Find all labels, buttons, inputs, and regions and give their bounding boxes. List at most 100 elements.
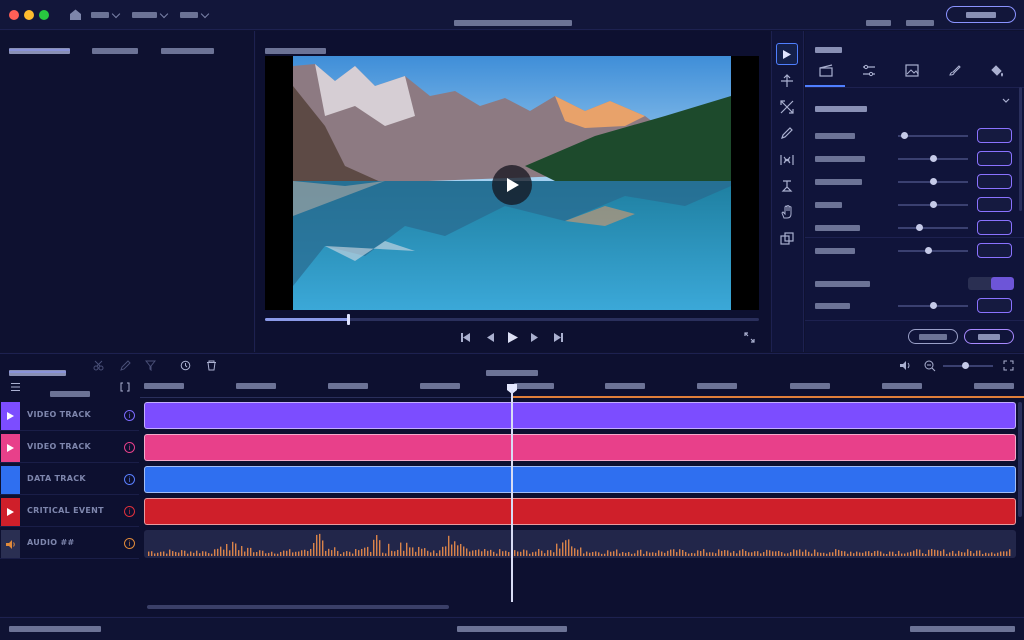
pen-icon[interactable] (120, 360, 131, 371)
step-forward-icon[interactable] (530, 332, 540, 343)
timeline-horizontal-scrollbar[interactable] (147, 605, 449, 609)
chevron-down-icon[interactable] (1002, 98, 1010, 104)
home-icon[interactable] (69, 8, 82, 21)
audio-clip[interactable] (144, 530, 1016, 558)
pen-tool-button[interactable] (776, 122, 798, 144)
tab-effects[interactable] (92, 40, 138, 59)
property-value-field[interactable] (977, 197, 1012, 212)
cancel-button[interactable] (908, 329, 958, 344)
expand-icon[interactable] (1003, 360, 1014, 371)
tab-transitions[interactable] (161, 40, 214, 59)
event-clip[interactable] (144, 498, 1016, 525)
property-slider[interactable] (898, 178, 968, 185)
property-slider[interactable] (898, 201, 968, 208)
track-row[interactable]: CRITICAL EVENT i (0, 497, 139, 527)
video-clip[interactable] (144, 434, 1016, 461)
property-slider[interactable] (898, 155, 968, 162)
history-icon[interactable] (180, 360, 191, 371)
property-value-field[interactable] (977, 243, 1012, 258)
filter-icon[interactable] (145, 360, 156, 371)
clapperboard-icon[interactable] (819, 64, 833, 77)
bracket-icon[interactable] (120, 382, 130, 392)
video-preview[interactable] (265, 56, 759, 310)
transform-tool-button[interactable] (776, 70, 798, 92)
list-icon[interactable] (10, 382, 21, 392)
scissors-icon[interactable] (93, 360, 104, 371)
info-icon[interactable]: i (124, 442, 135, 453)
property-slider[interactable] (898, 224, 968, 231)
export-button[interactable] (946, 6, 1016, 23)
track-color (1, 530, 20, 558)
title-action-2[interactable] (906, 12, 934, 31)
waveform-bar (175, 551, 177, 556)
waveform-bar (934, 549, 936, 556)
duplicate-tool-button[interactable] (776, 228, 798, 250)
waveform-bar (556, 543, 558, 556)
track-row[interactable]: VIDEO TRACK i (0, 433, 139, 463)
audio-tool-button[interactable] (776, 149, 798, 171)
waveform-bar (349, 551, 351, 556)
window-zoom-button[interactable] (39, 10, 49, 20)
step-back-icon[interactable] (485, 332, 495, 343)
preview-scrubber[interactable] (265, 314, 759, 325)
data-clip[interactable] (144, 466, 1016, 493)
play-icon[interactable] (507, 331, 519, 344)
waveform-bar (949, 552, 951, 556)
crop-tool-button[interactable] (776, 96, 798, 118)
info-icon[interactable]: i (124, 538, 135, 549)
image-icon[interactable] (905, 64, 919, 77)
waveform-bar (289, 549, 291, 556)
paint-bucket-icon[interactable] (990, 64, 1004, 77)
timeline-vertical-scrollbar[interactable] (1018, 402, 1022, 517)
timeline-ruler[interactable] (140, 380, 1024, 398)
property-slider[interactable] (898, 302, 968, 309)
track-name: AUDIO ## (27, 538, 75, 547)
track-row[interactable]: AUDIO ## i (0, 529, 139, 559)
skip-forward-icon[interactable] (553, 332, 564, 343)
info-icon[interactable]: i (124, 410, 135, 421)
video-clip[interactable] (144, 402, 1016, 429)
panel-scrollbar[interactable] (1019, 87, 1022, 211)
fullscreen-icon[interactable] (744, 332, 755, 343)
waveform-bar (430, 552, 432, 556)
sliders-icon[interactable] (862, 64, 876, 77)
info-icon[interactable]: i (124, 506, 135, 517)
toggle-switch[interactable] (968, 277, 1014, 290)
property-value-field[interactable] (977, 220, 1012, 235)
section-header[interactable] (815, 98, 867, 117)
playhead[interactable] (511, 390, 513, 602)
window-close-button[interactable] (9, 10, 19, 20)
property-slider[interactable] (898, 247, 968, 254)
window-minimize-button[interactable] (24, 10, 34, 20)
anchor-tool-button[interactable] (776, 175, 798, 197)
scrubber-thumb[interactable] (347, 314, 350, 325)
info-icon[interactable]: i (124, 474, 135, 485)
title-action-1[interactable] (866, 12, 891, 31)
select-tool-button[interactable] (776, 43, 798, 65)
menu-view[interactable] (180, 9, 210, 18)
waveform-bar (403, 550, 405, 556)
zoom-slider[interactable] (943, 362, 993, 369)
trash-icon[interactable] (206, 360, 217, 371)
waveform-bar (235, 543, 237, 556)
track-row[interactable]: VIDEO TRACK i (0, 401, 139, 431)
pencil-icon (781, 127, 793, 139)
hand-tool-button[interactable] (776, 201, 798, 223)
property-value-field[interactable] (977, 174, 1012, 189)
preview-play-button[interactable] (492, 165, 532, 205)
waveform-bar (439, 550, 441, 556)
property-value-field[interactable] (977, 298, 1012, 313)
property-value-field[interactable] (977, 128, 1012, 143)
property-value-field[interactable] (977, 151, 1012, 166)
waveform-bar (166, 553, 168, 556)
brush-icon[interactable] (948, 64, 962, 77)
volume-icon[interactable] (899, 360, 912, 371)
menu-edit[interactable] (132, 9, 169, 18)
property-slider[interactable] (898, 132, 968, 139)
track-row[interactable]: DATA TRACK i (0, 465, 139, 495)
skip-back-icon[interactable] (460, 332, 471, 343)
apply-button[interactable] (964, 329, 1014, 344)
waveform-bar (526, 550, 528, 556)
menu-file[interactable] (91, 9, 121, 18)
zoom-icon[interactable] (924, 360, 936, 372)
